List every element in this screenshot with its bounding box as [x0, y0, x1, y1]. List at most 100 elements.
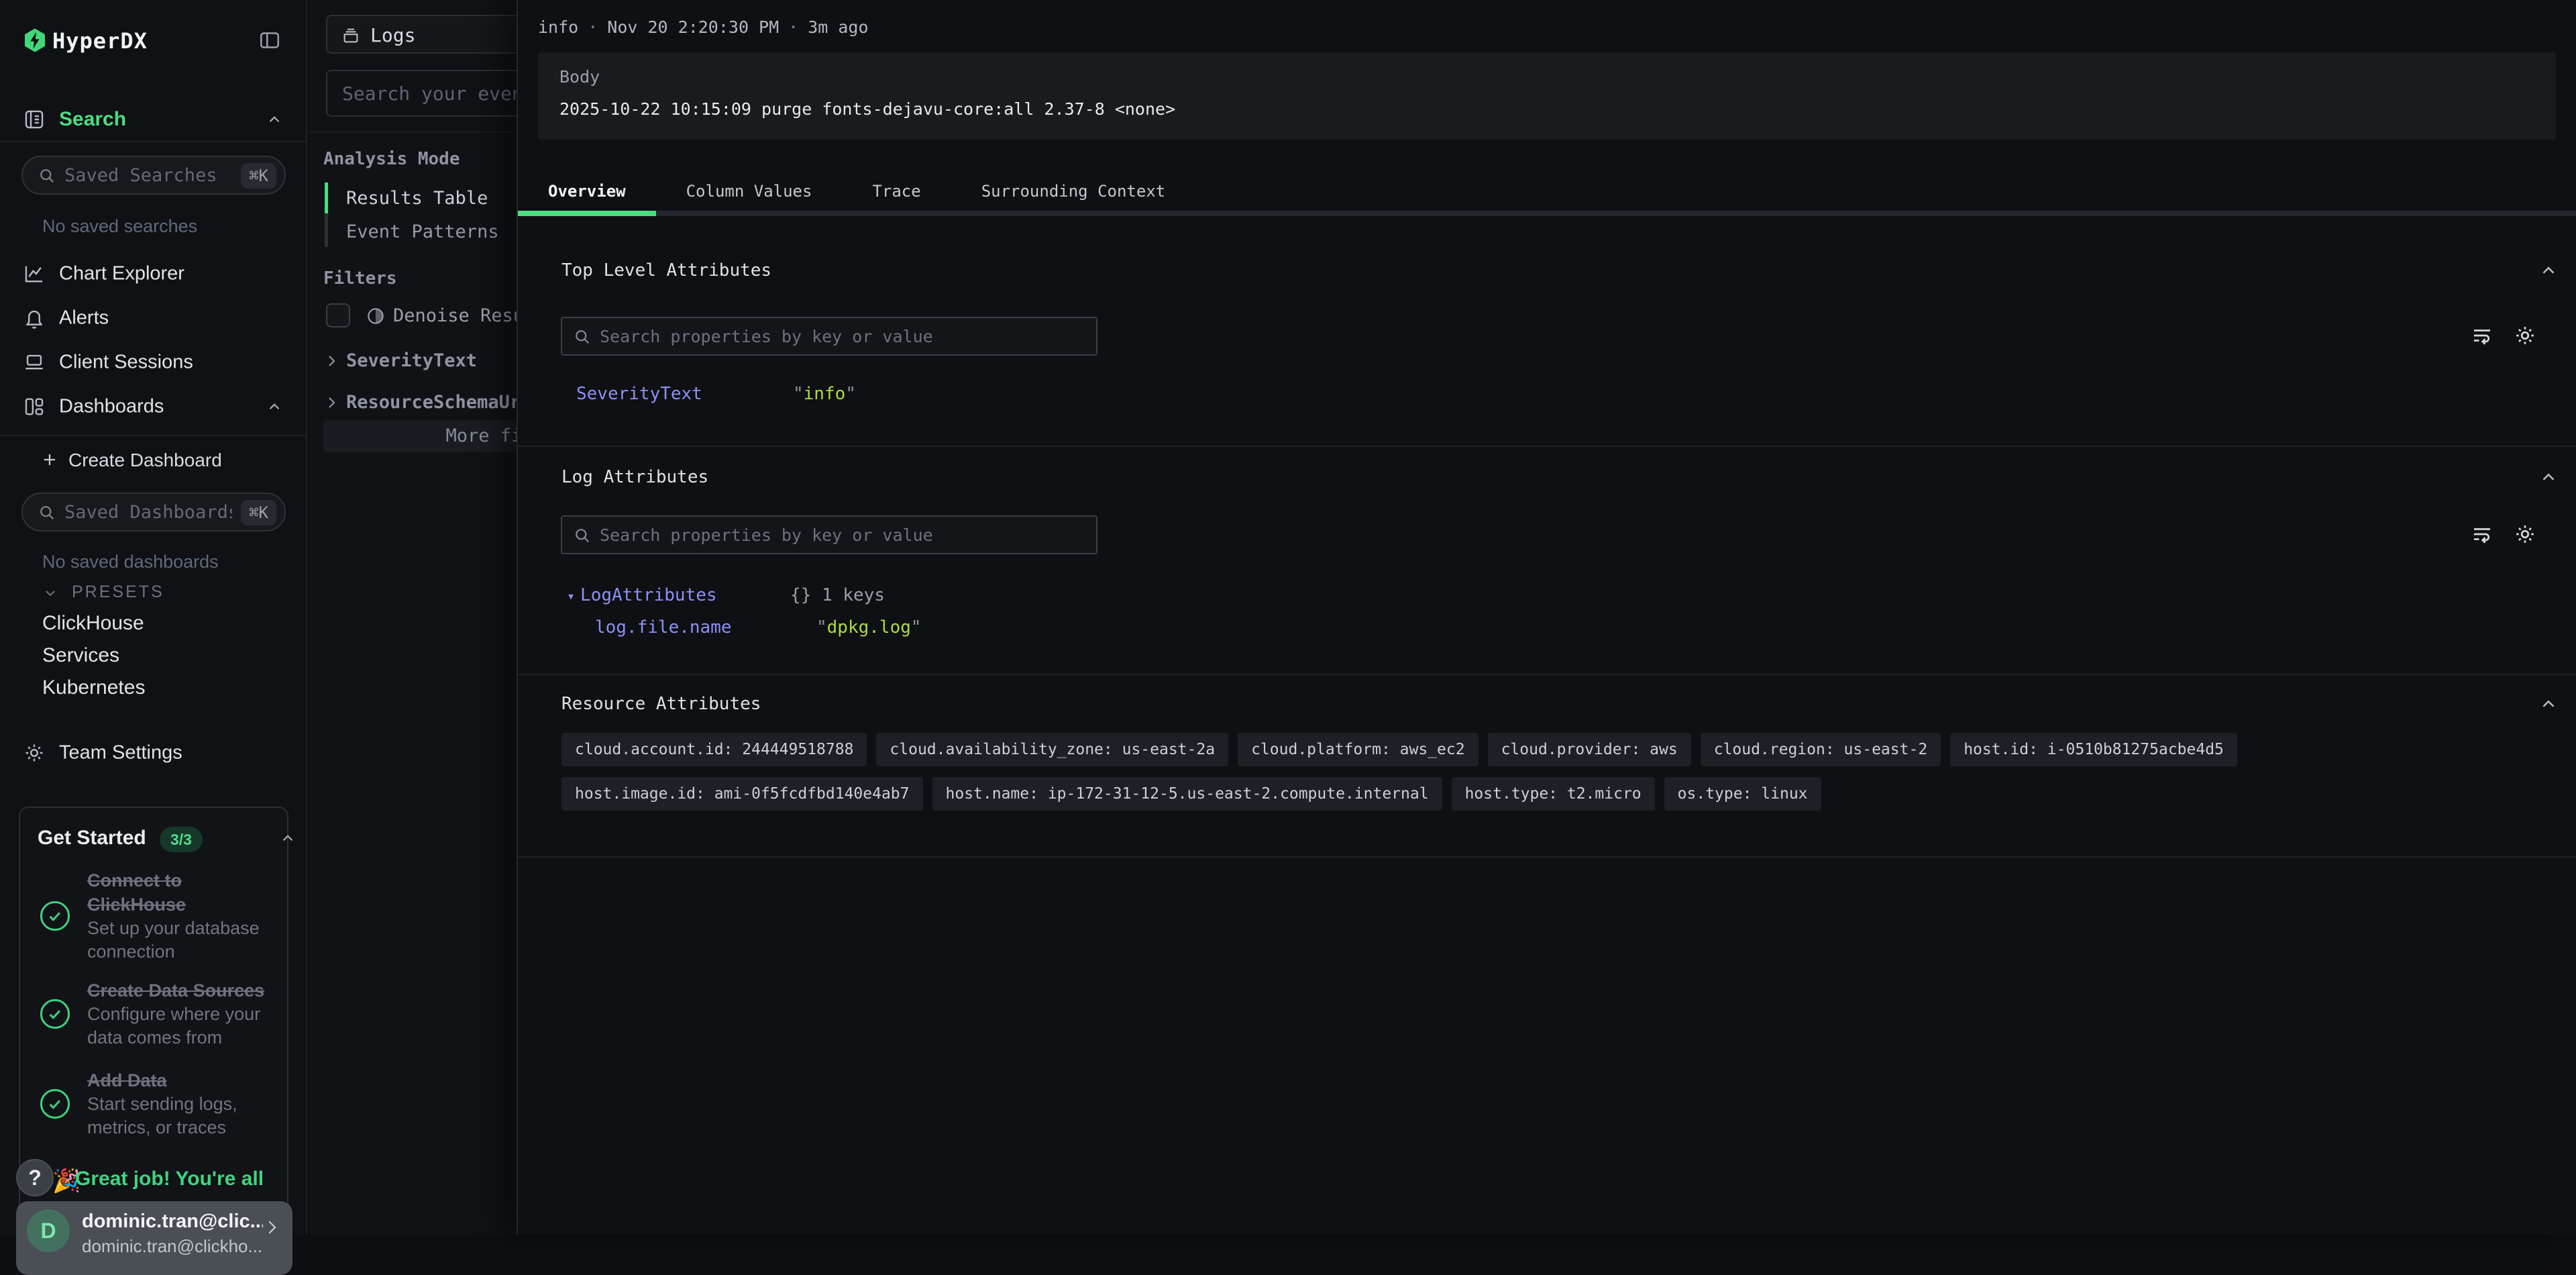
resource-pill[interactable]: host.type: t2.micro: [1452, 777, 1655, 811]
app-title: HyperDX: [52, 28, 148, 54]
dashboards-grid-icon: [23, 395, 46, 418]
preset-item-services[interactable]: Services: [42, 644, 119, 667]
sidebar-item-label: Chart Explorer: [59, 263, 184, 285]
step-title: Add Data: [87, 1068, 274, 1092]
step-title: Connect to ClickHouse: [87, 868, 274, 917]
chevron-up-icon[interactable]: [2538, 467, 2559, 487]
get-started-step-connect[interactable]: Connect to ClickHouse Set up your databa…: [38, 868, 274, 964]
attribute-value[interactable]: info: [804, 384, 846, 404]
sidebar-item-client-sessions[interactable]: Client Sessions: [0, 344, 307, 381]
gear-icon: [23, 742, 46, 764]
property-search-input[interactable]: [600, 517, 1083, 553]
step-desc: Set up your database connection: [87, 917, 274, 964]
gear-icon[interactable]: [2513, 323, 2537, 348]
sidebar-item-search[interactable]: Search: [0, 101, 307, 138]
mode-active-indicator: [325, 183, 328, 213]
search-journal-icon: [23, 108, 46, 131]
sidebar-item-dashboards[interactable]: Dashboards: [0, 388, 307, 425]
chevron-up-icon[interactable]: [266, 111, 283, 128]
sidebar-item-chart-explorer[interactable]: Chart Explorer: [0, 255, 307, 293]
get-started-header[interactable]: Get Started 3/3: [38, 825, 272, 855]
sidebar-collapse-icon[interactable]: [258, 28, 282, 52]
check-circle-icon: [38, 899, 72, 933]
resource-pill[interactable]: cloud.platform: aws_ec2: [1238, 733, 1479, 766]
tab-trace[interactable]: Trace: [842, 166, 951, 216]
sidebar-item-label: Dashboards: [59, 396, 164, 418]
tab-overview[interactable]: Overview: [518, 166, 656, 216]
attribute-key[interactable]: log.file.name: [595, 617, 816, 638]
resource-pill[interactable]: os.type: linux: [1664, 777, 1821, 811]
get-started-step-add-data[interactable]: Add Data Start sending logs, metrics, or…: [38, 1068, 274, 1139]
presets-toggle[interactable]: PRESETS: [42, 580, 270, 604]
mode-results-table[interactable]: Results Table: [346, 188, 488, 209]
tab-surrounding-context[interactable]: Surrounding Context: [951, 166, 1196, 216]
avatar: D: [27, 1209, 70, 1252]
bell-icon: [23, 307, 46, 329]
gear-icon[interactable]: [2513, 522, 2537, 546]
resource-pill[interactable]: host.image.id: ami-0f5fcdfbd140e4ab7: [561, 777, 923, 811]
saved-searches-search[interactable]: ⌘K: [21, 156, 286, 195]
saved-searches-input[interactable]: [64, 157, 232, 193]
attribute-value[interactable]: dpkg.log: [827, 617, 911, 638]
preset-item-kubernetes[interactable]: Kubernetes: [42, 676, 145, 699]
help-button[interactable]: ?: [16, 1159, 54, 1196]
chevron-up-icon[interactable]: [279, 829, 297, 847]
property-search[interactable]: [561, 317, 1097, 356]
no-saved-searches-note: No saved searches: [42, 216, 197, 237]
attribute-key[interactable]: SeverityText: [576, 384, 793, 404]
attribute-row[interactable]: SeverityText"info": [576, 384, 856, 404]
resource-pill[interactable]: cloud.provider: aws: [1488, 733, 1691, 766]
search-icon: [38, 503, 56, 522]
body-label: Body: [559, 67, 600, 87]
logo-row: HyperDX: [0, 20, 307, 60]
step-desc: Start sending logs, metrics, or traces: [87, 1092, 274, 1139]
attribute-key[interactable]: LogAttributes: [580, 585, 790, 605]
divider: [0, 141, 307, 142]
property-search-input[interactable]: [600, 318, 1083, 354]
tab-column-values[interactable]: Column Values: [656, 166, 843, 216]
saved-dashboards-input[interactable]: [64, 494, 232, 530]
check-circle-icon: [38, 1086, 72, 1121]
user-menu[interactable]: D dominic.tran@clic... dominic.tran@clic…: [16, 1201, 292, 1275]
sidebar-item-label: Search: [59, 108, 126, 131]
attribute-tree-root[interactable]: ▾LogAttributes{} 1 keys: [567, 585, 885, 605]
create-dashboard-label: Create Dashboard: [68, 450, 222, 471]
preset-item-clickhouse[interactable]: ClickHouse: [42, 612, 144, 635]
resource-pill[interactable]: cloud.availability_zone: us-east-2a: [876, 733, 1228, 766]
chevron-up-icon[interactable]: [2538, 694, 2559, 714]
step-text: Connect to ClickHouse Set up your databa…: [87, 868, 274, 964]
get-started-step-sources[interactable]: Create Data Sources Configure where your…: [38, 978, 274, 1050]
search-icon: [38, 166, 56, 185]
quote: ": [793, 384, 804, 404]
body-card: Body 2025-10-22 10:15:09 purge fonts-dej…: [538, 52, 2556, 140]
mode-event-patterns[interactable]: Event Patterns: [346, 221, 499, 242]
attribute-meta: {} 1 keys: [790, 585, 885, 605]
denoise-checkbox[interactable]: [326, 303, 350, 327]
sidebar-item-team-settings[interactable]: Team Settings: [0, 734, 307, 772]
quote: ": [845, 384, 856, 404]
sidebar-item-alerts[interactable]: Alerts: [0, 299, 307, 337]
resource-pill[interactable]: cloud.account.id: 244449518788: [561, 733, 867, 766]
resource-pill[interactable]: cloud.region: us-east-2: [1701, 733, 1941, 766]
saved-dashboards-search[interactable]: ⌘K: [21, 493, 286, 531]
section-resource-attributes: Resource Attributes cloud.account.id: 24…: [518, 674, 2576, 856]
get-started-title: Get Started: [38, 827, 146, 850]
section-title: Log Attributes: [561, 467, 708, 487]
caret-down-icon[interactable]: ▾: [567, 588, 580, 604]
chevron-up-icon[interactable]: [266, 398, 283, 415]
user-email: dominic.tran@clickho...: [82, 1236, 263, 1257]
property-search[interactable]: [561, 515, 1097, 554]
resource-pill[interactable]: host.name: ip-172-31-12-5.us-east-2.comp…: [932, 777, 1442, 811]
divider: [518, 856, 2576, 858]
resource-pill[interactable]: host.id: i-0510b81275acbe4d5: [1950, 733, 2237, 766]
presets-label: PRESETS: [72, 582, 164, 602]
chevron-up-icon[interactable]: [2538, 260, 2559, 280]
sidebar-item-label: Client Sessions: [59, 352, 193, 374]
wrap-lines-icon[interactable]: [2470, 522, 2494, 546]
progress-badge: 3/3: [160, 827, 203, 852]
step-text: Create Data Sources Configure where your…: [87, 978, 274, 1050]
attribute-row[interactable]: log.file.name"dpkg.log": [595, 617, 922, 638]
wrap-lines-icon[interactable]: [2470, 323, 2494, 348]
sidebar-item-label: Alerts: [59, 307, 109, 329]
create-dashboard-button[interactable]: Create Dashboard: [40, 446, 295, 475]
